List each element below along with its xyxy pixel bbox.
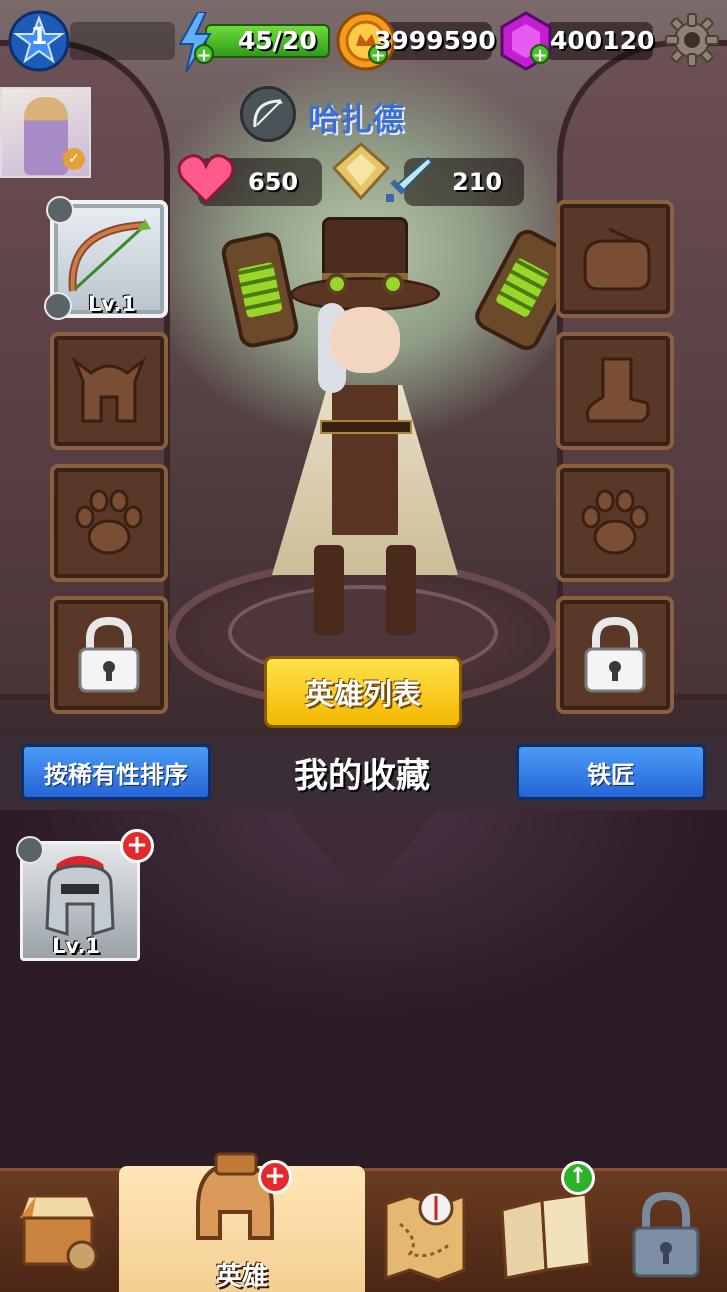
- hp-value: 650: [248, 168, 299, 196]
- collection-item-level: Lv.1: [52, 934, 100, 958]
- weapon-level: Lv.1: [88, 292, 136, 316]
- nav-map-icon[interactable]: [380, 1184, 470, 1288]
- equip-slot-gloves[interactable]: [556, 200, 674, 318]
- paw-placeholder-icon: [54, 468, 164, 578]
- nav-tab-heroes-label: 英雄: [215, 1262, 268, 1292]
- nav-shop-icon[interactable]: [12, 1184, 104, 1280]
- bow-class-small-icon: [44, 292, 72, 320]
- nav-locked-lock-icon[interactable]: [628, 1190, 704, 1284]
- heroes-upgrade-plus-icon[interactable]: +: [258, 1160, 292, 1194]
- collection-title: 我的收藏: [294, 756, 430, 796]
- equip-slot-helmet[interactable]: [50, 332, 168, 450]
- equip-slot-pet-right[interactable]: [556, 464, 674, 582]
- gem-value: 400120: [550, 26, 655, 55]
- lock-icon: [560, 600, 670, 710]
- player-avatar[interactable]: ✓: [0, 87, 91, 178]
- sort-by-rarity-button[interactable]: 按稀有性排序: [21, 744, 211, 800]
- energy-value: 45/20: [238, 26, 317, 55]
- nav-quest-book-icon[interactable]: [496, 1186, 596, 1286]
- top-hud: 1 + 45/20 + 3999590 + 400120: [0, 0, 727, 90]
- gem-icon[interactable]: [496, 10, 556, 76]
- player-level: 1: [30, 22, 48, 50]
- equip-slot-boots[interactable]: [556, 332, 674, 450]
- equip-slot-pet-left[interactable]: [50, 464, 168, 582]
- glove-placeholder-icon: [560, 204, 670, 314]
- hero-model[interactable]: [219, 215, 584, 645]
- add-energy-plus-icon[interactable]: +: [194, 44, 214, 65]
- player-name-pill: [70, 22, 175, 60]
- verified-badge-icon: ✓: [63, 148, 85, 170]
- heart-icon: [176, 152, 236, 210]
- goggle-left: [326, 273, 348, 295]
- hero-face: [330, 307, 400, 373]
- boot-placeholder-icon: [560, 336, 670, 446]
- helmet-type-icon: [16, 836, 44, 864]
- sword-icon: [384, 154, 434, 208]
- quest-available-arrow-icon[interactable]: ↑: [561, 1161, 595, 1195]
- attack-value: 210: [452, 168, 503, 196]
- lock-icon: [54, 600, 164, 710]
- equip-slot-locked-right[interactable]: [556, 596, 674, 714]
- hero-list-button[interactable]: 英雄列表: [264, 656, 462, 728]
- bow-class-icon: [240, 86, 296, 142]
- left-gauntlet-cannon: [219, 229, 301, 351]
- goggle-right: [382, 273, 404, 295]
- helmet-placeholder-icon: [54, 336, 164, 446]
- paw-placeholder-icon: [560, 468, 670, 578]
- gold-value: 3999590: [374, 26, 496, 55]
- hero-name: 哈扎德: [308, 100, 405, 138]
- weapon-type-icon: [46, 196, 74, 224]
- blacksmith-button[interactable]: 铁匠: [516, 744, 706, 800]
- rank-gem-icon: [330, 140, 392, 206]
- settings-gear-icon[interactable]: [664, 12, 720, 72]
- equip-slot-locked-left[interactable]: [50, 596, 168, 714]
- avatar-portrait: [24, 97, 68, 175]
- item-upgrade-plus-icon[interactable]: +: [120, 829, 154, 863]
- add-gems-plus-icon[interactable]: +: [530, 44, 550, 65]
